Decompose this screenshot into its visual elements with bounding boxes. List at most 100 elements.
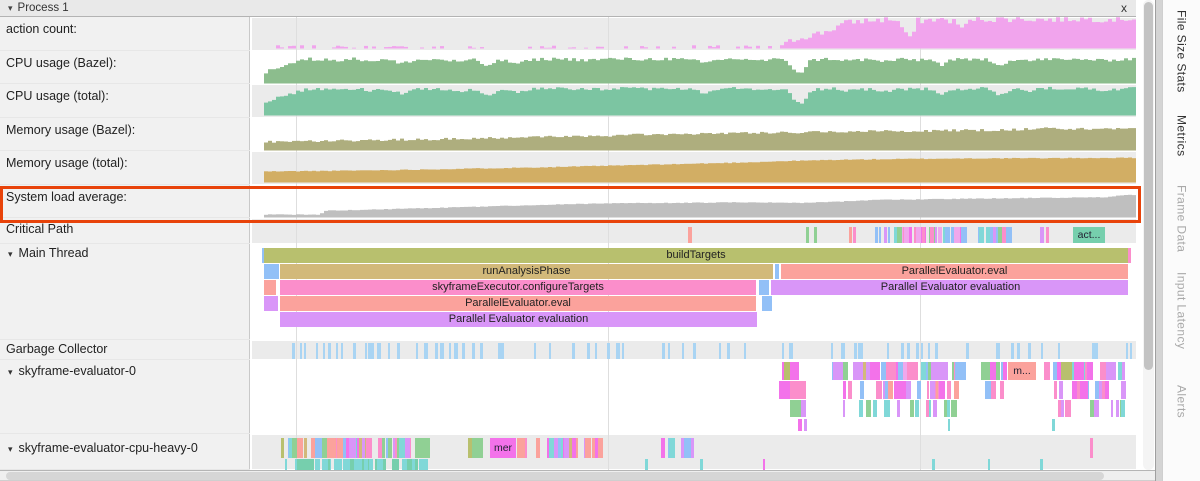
- track-label-row[interactable]: ▾ Main Thread: [0, 244, 250, 340]
- trace-event-tick: [324, 459, 328, 470]
- trace-event-tick: [901, 343, 904, 359]
- trace-event-tick: [979, 227, 985, 243]
- track-expander-icon[interactable]: ▾: [8, 249, 13, 259]
- track-expander-icon[interactable]: ▾: [8, 367, 13, 377]
- track-label-row[interactable]: Memory usage (Bazel):: [0, 118, 250, 152]
- trace-event-tick: [1074, 362, 1085, 380]
- track-expander-icon[interactable]: ▾: [8, 444, 13, 454]
- trace-event-tick: [297, 459, 302, 470]
- trace-event-tick: [307, 459, 310, 470]
- trace-event-tick: [372, 343, 375, 359]
- track-label-row[interactable]: ▾skyframe-evaluator-cpu-heavy-0: [0, 434, 250, 470]
- trace-event-tick: [935, 343, 937, 359]
- track-band-garbage-collector: [252, 340, 1136, 360]
- flame-bar[interactable]: Parallel Evaluator evaluation: [280, 312, 757, 327]
- trace-event-tick: [875, 227, 878, 243]
- trace-event-tick: [907, 343, 910, 359]
- trace-event-tick: [853, 362, 863, 380]
- trace-event-tick: [938, 227, 942, 243]
- trace-event-tick: [988, 459, 990, 470]
- process-expander-icon[interactable]: ▾: [8, 3, 13, 14]
- trace-event-tick: [415, 438, 430, 458]
- track-label: Main Thread: [19, 246, 89, 260]
- track-label-row[interactable]: CPU usage (total):: [0, 84, 250, 118]
- trace-event-tick: [998, 227, 1003, 243]
- vertical-scrollbar[interactable]: [1143, 0, 1154, 470]
- vertical-scrollbar-thumb[interactable]: [1144, 2, 1153, 370]
- trace-event-tick: [378, 438, 383, 458]
- trace-event-tick: [848, 381, 852, 399]
- flame-row: Parallel Evaluator evaluation: [252, 312, 1136, 327]
- labeled-event-bar[interactable]: mer: [490, 438, 516, 458]
- track-label: Memory usage (Bazel):: [6, 123, 135, 137]
- trace-event-tick: [938, 362, 948, 380]
- trace-event-tick: [412, 459, 415, 470]
- trace-event-tick: [315, 438, 322, 458]
- track-label-row[interactable]: action count:: [0, 17, 250, 51]
- flame-bar[interactable]: ParallelEvaluator.eval: [280, 296, 756, 311]
- horizontal-scrollbar[interactable]: [0, 470, 1156, 481]
- track-band-counter-cpu-total: [252, 84, 1136, 118]
- trace-event-tick: [349, 438, 356, 458]
- flame-bar-sliver[interactable]: [1128, 248, 1131, 263]
- flame-bar-sliver[interactable]: [775, 264, 779, 279]
- trace-event-tick: [1003, 362, 1007, 380]
- trace-event-tick: [922, 227, 926, 243]
- trace-event-tick: [906, 381, 912, 399]
- flame-bar-sliver[interactable]: [264, 296, 278, 311]
- trace-event-tick: [343, 459, 348, 470]
- trace-event-tick: [744, 343, 746, 359]
- track-band-counter-mem-bazel: [252, 118, 1136, 152]
- right-sidebar: File Size Stats Metrics Frame Data Input La…: [1162, 0, 1200, 481]
- track-label-row[interactable]: System load average:: [0, 185, 250, 219]
- sidebar-tab-file-size-stats[interactable]: File Size Stats: [1175, 10, 1189, 93]
- trace-event-tick: [854, 343, 857, 359]
- flame-bar[interactable]: Parallel Evaluator evaluation: [773, 280, 1128, 295]
- flame-bar[interactable]: runAnalysisPhase: [280, 264, 773, 279]
- trace-event-tick: [1057, 362, 1061, 380]
- labeled-event-bar[interactable]: act...: [1073, 227, 1105, 243]
- trace-canvas[interactable]: act...buildTargetsrunAnalysisPhaseParall…: [252, 17, 1136, 470]
- trace-event-tick: [377, 343, 379, 359]
- close-button[interactable]: x: [1118, 1, 1130, 15]
- sidebar-tab-alerts[interactable]: Alerts: [1175, 385, 1189, 418]
- trace-event-tick: [383, 459, 386, 470]
- horizontal-scrollbar-thumb[interactable]: [6, 472, 1104, 480]
- flame-bar-sliver[interactable]: [264, 264, 279, 279]
- track-band-counter-cpu-bazel: [252, 51, 1136, 85]
- trace-event-tick: [595, 343, 597, 359]
- trace-event-tick: [1095, 381, 1100, 399]
- flame-bar-sliver[interactable]: [264, 280, 276, 295]
- track-label-row[interactable]: ▾skyframe-evaluator-0: [0, 360, 250, 434]
- trace-event-tick: [849, 227, 852, 243]
- trace-event-tick: [328, 343, 331, 359]
- track-label-column: action count:CPU usage (Bazel):CPU usage…: [0, 17, 250, 470]
- trace-event-tick: [462, 343, 464, 359]
- flame-bar[interactable]: buildTargets: [264, 248, 1128, 263]
- track-label-row[interactable]: Memory usage (total):: [0, 151, 250, 185]
- trace-event-tick: [1041, 343, 1043, 359]
- flame-bar[interactable]: ParallelEvaluator.eval: [781, 264, 1128, 279]
- track-label-row[interactable]: Critical Path: [0, 218, 250, 244]
- trace-event-tick: [558, 438, 561, 458]
- track-label-row[interactable]: Garbage Collector: [0, 340, 250, 360]
- trace-event-tick: [954, 381, 959, 399]
- flame-bar-sliver[interactable]: [759, 280, 769, 295]
- process-header: ▾ Process 1 x: [0, 0, 1136, 17]
- labeled-event-bar[interactable]: m...: [1008, 362, 1036, 380]
- trace-event-tick: [300, 343, 302, 359]
- trace-event-tick: [939, 381, 942, 399]
- trace-event-tick: [1054, 381, 1057, 399]
- trace-event-tick: [341, 343, 344, 359]
- trace-event-tick: [910, 400, 913, 417]
- trace-event-tick: [422, 459, 425, 470]
- sidebar-tab-frame-data[interactable]: Frame Data: [1175, 185, 1189, 252]
- flame-bar-sliver[interactable]: [762, 296, 772, 311]
- sidebar-tab-input-latency[interactable]: Input Latency: [1175, 272, 1189, 349]
- trace-event-tick: [1059, 381, 1063, 399]
- track-label-row[interactable]: CPU usage (Bazel):: [0, 51, 250, 85]
- trace-event-tick: [843, 381, 847, 399]
- flame-bar[interactable]: skyframeExecutor.configureTargets: [280, 280, 756, 295]
- track-band-counter-mem-total: [252, 151, 1136, 185]
- sidebar-tab-metrics[interactable]: Metrics: [1175, 115, 1189, 156]
